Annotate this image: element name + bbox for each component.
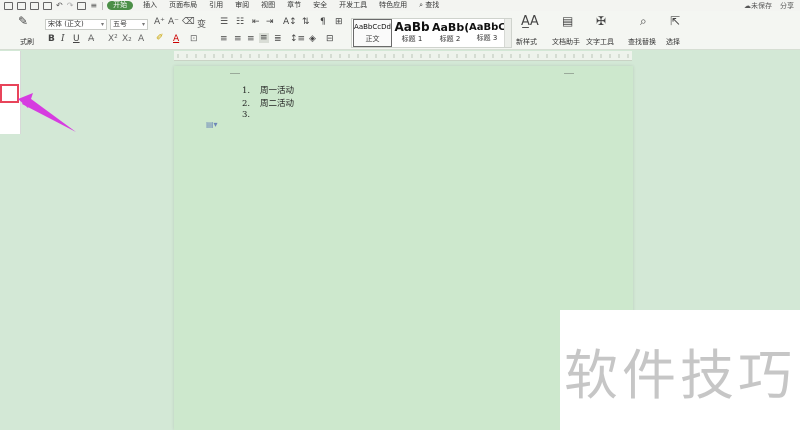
list-number: 3. xyxy=(242,110,251,120)
list-number: 2. xyxy=(242,99,251,109)
list-number: 1. xyxy=(242,86,251,96)
margin-corner xyxy=(564,68,574,74)
horizontal-ruler[interactable] xyxy=(174,51,632,61)
watermark-box: 软件技巧 xyxy=(560,310,800,430)
paste-options-icon[interactable]: ▤▾ xyxy=(206,120,218,129)
list-item[interactable]: 1. 周一活动 xyxy=(242,84,294,96)
list-item[interactable]: 3. xyxy=(242,110,260,120)
margin-corner xyxy=(230,68,240,74)
list-text: 周二活动 xyxy=(260,99,295,109)
ruler-ticks xyxy=(177,54,629,58)
watermark-text: 软件技巧 xyxy=(564,343,796,407)
list-item[interactable]: 2. 周二活动 xyxy=(242,97,294,109)
list-text: 周一活动 xyxy=(260,86,295,96)
